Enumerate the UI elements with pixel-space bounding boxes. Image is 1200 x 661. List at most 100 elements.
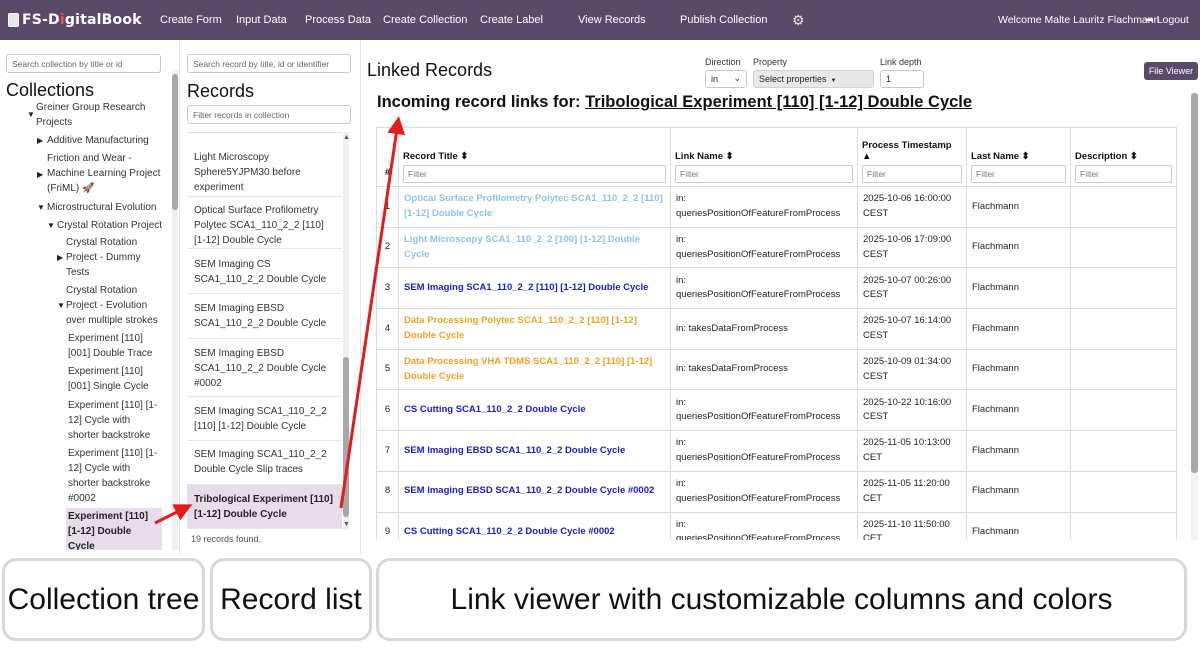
tree-node-evolution[interactable]: Crystal Rotation Project - Evolution ove… xyxy=(66,283,166,328)
record-title-link[interactable]: Data Processing VHA TDMS SCA1_110_2_2 [1… xyxy=(398,348,671,391)
tree-node-friml[interactable]: Friction and Wear - Machine Learning Pro… xyxy=(47,151,165,196)
direction-select[interactable]: in ⌄ xyxy=(705,70,747,88)
description-cell xyxy=(1070,267,1177,310)
tree-node-crystal-rotation[interactable]: Crystal Rotation Project xyxy=(57,218,167,233)
table-row[interactable]: 7 SEM Imaging EBSD SCA1_110_2_2 Double Cy… xyxy=(376,430,1177,472)
tree-node-dummy-tests[interactable]: Crystal Rotation Project - Dummy Tests xyxy=(66,235,156,280)
records-panel: Search record by title, id or identifier… xyxy=(181,40,361,555)
nav-publish-collection[interactable]: Publish Collection xyxy=(680,14,767,26)
table-scroll-thumb[interactable] xyxy=(1191,93,1198,473)
gear-icon[interactable]: ⚙ xyxy=(792,13,805,27)
record-item[interactable]: SEM Imaging SCA1_110_2_2 Double Cycle Sl… xyxy=(187,441,342,485)
description-cell xyxy=(1070,348,1177,391)
record-item[interactable]: SEM Imaging EBSD SCA1_110_2_2 Double Cyc… xyxy=(187,339,342,397)
caret-down-icon[interactable]: ▼ xyxy=(37,203,45,212)
lastname-cell: Flachmann xyxy=(966,389,1071,432)
record-title-link[interactable]: CS Cutting SCA1_110_2_2 Double Cycle #00… xyxy=(398,511,671,540)
lastname-filter-input[interactable]: Filter xyxy=(971,165,1066,183)
record-filter-input[interactable]: Filter records in collection xyxy=(187,105,351,124)
col-header-title[interactable]: Record Title ⬍ Filter xyxy=(398,127,671,187)
tree-node-greiner[interactable]: Greiner Group Research Projects xyxy=(36,100,148,130)
table-row[interactable]: 2 Light Microscopy SCA1_110_2_2 [100] [1-… xyxy=(376,226,1177,269)
tree-node-exp-double-trace[interactable]: Experiment [110] [001] Double Trace xyxy=(68,331,154,361)
table-row[interactable]: 5 Data Processing VHA TDMS SCA1_110_2_2 [… xyxy=(376,348,1177,391)
row-number: 1 xyxy=(376,186,399,228)
table-scrollbar[interactable] xyxy=(1191,93,1198,540)
tree-node-microstructural[interactable]: Microstructural Evolution xyxy=(47,200,165,215)
row-number: 4 xyxy=(376,308,399,350)
nav-process-data[interactable]: Process Data xyxy=(305,14,371,26)
nav-create-collection[interactable]: Create Collection xyxy=(383,14,467,26)
incoming-target-link[interactable]: Tribological Experiment [110] [1-12] Dou… xyxy=(585,93,972,111)
table-row[interactable]: 6 CS Cutting SCA1_110_2_2 Double Cycle in:… xyxy=(376,389,1177,432)
record-title-link[interactable]: Data Processing Polytec SCA1_110_2_2 [11… xyxy=(398,308,671,350)
table-row[interactable]: 1 Optical Surface Profilometry Polytec SC… xyxy=(376,186,1177,228)
collection-search-input[interactable]: Search collection by title or id xyxy=(6,54,161,73)
collection-scroll-thumb[interactable] xyxy=(172,74,178,210)
description-cell xyxy=(1070,430,1177,472)
app-logo[interactable]: FS-DigitalBook xyxy=(8,9,142,31)
timestamp-filter-input[interactable]: Filter xyxy=(862,165,962,183)
caret-down-icon[interactable]: ▼ xyxy=(57,301,65,310)
col-header-link[interactable]: Link Name ⬍ Filter xyxy=(670,127,858,187)
link-depth-input[interactable]: 1 xyxy=(880,70,924,88)
caption-bar: Collection tree Record list Link viewer … xyxy=(0,556,1200,661)
record-item[interactable]: SEM Imaging EBSD SCA1_110_2_2 Double Cyc… xyxy=(187,294,342,339)
caret-right-icon[interactable]: ▶ xyxy=(37,170,43,179)
caret-down-icon: ▼ xyxy=(830,78,837,84)
record-title-link[interactable]: Optical Surface Profilometry Polytec SCA… xyxy=(398,186,671,228)
chevron-down-icon: ⌄ xyxy=(733,73,741,83)
record-title-link[interactable]: SEM Imaging SCA1_110_2_2 [110] [1-12] Do… xyxy=(398,267,671,310)
nav-view-records[interactable]: View Records xyxy=(578,14,646,26)
record-scroll-thumb[interactable] xyxy=(343,357,349,517)
link-name-cell: in: takesDataFromProcess xyxy=(670,308,858,350)
nav-create-form[interactable]: Create Form xyxy=(160,14,222,26)
col-header-timestamp[interactable]: Process Timestamp ▲ Filter xyxy=(857,127,967,187)
record-title-link[interactable]: SEM Imaging EBSD SCA1_110_2_2 Double Cyc… xyxy=(398,430,671,472)
caret-down-icon[interactable]: ▼ xyxy=(27,110,35,119)
record-item-selected[interactable]: Tribological Experiment [110] [1-12] Dou… xyxy=(187,485,342,529)
timestamp-cell: 2025-11-05 11:20:00 CET xyxy=(857,470,967,513)
tree-node-exp-single-cycle[interactable]: Experiment [110] [001] Single Cycle xyxy=(68,364,154,394)
tree-node-additive[interactable]: Additive Manufacturing xyxy=(47,133,165,148)
record-item[interactable]: SEM Imaging SCA1_110_2_2 [110] [1-12] Do… xyxy=(187,397,342,441)
scroll-down-icon[interactable]: ▼ xyxy=(343,521,350,528)
record-title-link[interactable]: Light Microscopy SCA1_110_2_2 [100] [1-1… xyxy=(398,226,671,269)
link-filter-input[interactable]: Filter xyxy=(675,165,853,183)
tree-node-exp-shorter-backstroke[interactable]: Experiment [110] [1-12] Cycle with short… xyxy=(68,398,162,443)
file-viewer-button[interactable]: File Viewer xyxy=(1144,62,1198,80)
nav-input-data[interactable]: Input Data xyxy=(236,14,287,26)
table-row[interactable]: 9 CS Cutting SCA1_110_2_2 Double Cycle #0… xyxy=(376,511,1177,540)
record-title-link[interactable]: SEM Imaging EBSD SCA1_110_2_2 Double Cyc… xyxy=(398,470,671,513)
scroll-up-icon[interactable]: ▲ xyxy=(343,134,350,141)
collection-scrollbar[interactable] xyxy=(172,70,178,550)
tree-node-exp-double-cycle[interactable]: Experiment [110] [1-12] Double Cycle xyxy=(66,508,162,550)
nav-create-label[interactable]: Create Label xyxy=(480,14,543,26)
caret-down-icon[interactable]: ▼ xyxy=(47,221,55,230)
link-name-cell: in: queriesPositionOfFeatureFromProcess xyxy=(670,430,858,472)
caret-right-icon[interactable]: ▶ xyxy=(37,136,43,145)
links-table-container: # Record Title ⬍ Filter Link Name ⬍ Filter… xyxy=(376,127,1191,540)
timestamp-cell: 2025-10-22 10:16:00 CEST xyxy=(857,389,967,432)
record-item[interactable]: Optical Surface Profilometry Polytec SCA… xyxy=(187,197,342,249)
record-title-link[interactable]: CS Cutting SCA1_110_2_2 Double Cycle xyxy=(398,389,671,432)
logo-icon xyxy=(8,13,19,27)
record-item[interactable]: Light Microscopy Sphere5YJPM30 before ex… xyxy=(187,145,342,197)
table-row[interactable]: 4 Data Processing Polytec SCA1_110_2_2 [1… xyxy=(376,308,1177,350)
record-scrollbar[interactable]: ▲ ▼ xyxy=(343,132,350,530)
table-row[interactable]: 8 SEM Imaging EBSD SCA1_110_2_2 Double Cy… xyxy=(376,470,1177,513)
table-row[interactable]: 3 SEM Imaging SCA1_110_2_2 [110] [1-12] D… xyxy=(376,267,1177,310)
logout-button[interactable]: ➥ Logout xyxy=(1145,14,1189,26)
row-number: 7 xyxy=(376,430,399,472)
caret-right-icon[interactable]: ▶ xyxy=(57,253,63,262)
col-header-description[interactable]: Description ⬍ Filter xyxy=(1070,127,1177,187)
property-select[interactable]: Select properties ▼ xyxy=(753,70,874,88)
title-filter-input[interactable]: Filter xyxy=(403,165,666,183)
collections-panel: Search collection by title or id Collect… xyxy=(0,40,180,555)
timestamp-cell: 2025-10-09 01:34:00 CEST xyxy=(857,348,967,391)
record-item[interactable]: SEM Imaging CS SCA1_110_2_2 Double Cycle xyxy=(187,249,342,294)
record-search-input[interactable]: Search record by title, id or identifier xyxy=(187,54,351,73)
tree-node-exp-shorter-backstroke-0002[interactable]: Experiment [110] [1-12] Cycle with short… xyxy=(68,446,162,506)
col-header-lastname[interactable]: Last Name ⬍ Filter xyxy=(966,127,1071,187)
description-filter-input[interactable]: Filter xyxy=(1075,165,1172,183)
